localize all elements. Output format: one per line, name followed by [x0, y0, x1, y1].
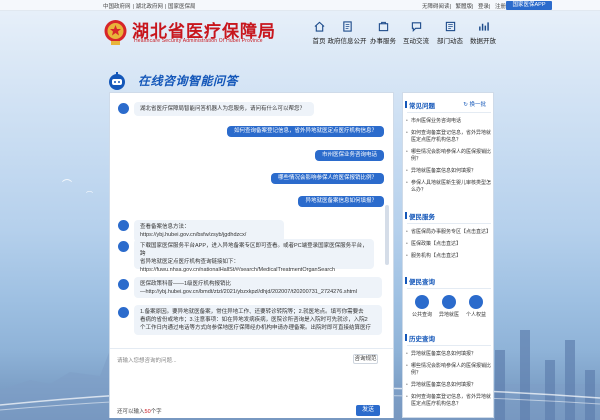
public-query-button[interactable]: 公共查询 [412, 295, 432, 318]
service-link[interactable]: 服务机构【点击直达】 [406, 253, 491, 260]
national-emblem-icon [104, 20, 127, 45]
medical-org-link[interactable]: https://fuwu.nhsa.gov.cn/nationalHallSt/… [140, 266, 368, 274]
convenience-query-title: 便民查询 [405, 276, 435, 286]
user-message[interactable]: 哪些情况会影响参保人的医保报销比例？ [270, 173, 384, 184]
top-bar: 中国政府网 | 湖北政府网 | 国家医保局 无障碍阅读| 繁體版| 登录| 注册 国… [0, 0, 600, 11]
robot-avatar-icon [118, 220, 129, 231]
robot-avatar-icon [118, 241, 129, 252]
nav-open-data[interactable]: 数据开放 [462, 18, 504, 52]
history-item[interactable]: 异地就医备案信息如何填报？ [406, 351, 491, 358]
bot-message: 医保政策科普——1级医疗机构报销比 —http://ybj.hubei.gov.… [134, 277, 382, 298]
char-count: 还可以输入50个字 [117, 409, 162, 415]
link-nhsa[interactable]: 国家医保局 [168, 4, 196, 10]
site-subtitle: Healthcare Security Administration Of Hu… [134, 38, 263, 44]
personal-rights-button[interactable]: 个人权益 [466, 295, 486, 318]
question-input[interactable]: 请输入您想咨询的问题... [117, 356, 177, 364]
link-china-gov[interactable]: 中国政府网 [103, 4, 131, 10]
send-button[interactable]: 发送 [356, 405, 380, 416]
bird-decoration: ⌒ [86, 192, 93, 199]
user-icon [469, 295, 483, 309]
bot-message: 下载国家医保服务平台APP，进入异地备案专区即可查看。或者PC端登录国家医保服务… [134, 239, 374, 273]
robot-avatar-icon [118, 103, 129, 114]
search-icon [415, 295, 429, 309]
app-button[interactable]: 国家医保APP [506, 1, 552, 10]
convenience-service-title: 便民服务 [405, 211, 435, 221]
divider [407, 288, 491, 289]
divider [407, 112, 491, 113]
link-register[interactable]: 注册 [495, 4, 506, 10]
history-query-title: 历史查询 [405, 333, 435, 343]
service-icon [378, 21, 388, 32]
input-area: 请输入您想咨询的问题... 咨询规范 还可以输入50个字 发送 [110, 348, 393, 418]
service-link[interactable]: 省医保局办事服务专区【点击直达】 [406, 229, 491, 236]
robot-logo-icon [109, 72, 125, 90]
bot-message: 1.备案原因。要异地就医备案，常住异地工作、还要转诊转院等；2.就医地点。填写你… [134, 305, 382, 335]
side-panel: 常见问题 ↻ 换一批 市州医保业务咨询电话 如何查询备案登记信息，省外异地就医定… [402, 92, 494, 418]
common-question-item[interactable]: 如何查询备案登记信息，省外异地就医定点医疗机构信息？ [406, 130, 491, 144]
link-accessibility[interactable]: 无障碍阅读 [422, 4, 450, 10]
chat-scrollbar[interactable] [385, 205, 389, 265]
divider [407, 345, 491, 346]
chat-panel: 湖北省医疗保障局智能问答机器人为您服务，请问有什么可以帮您？ 如何查询备案登记信… [109, 92, 394, 418]
history-item[interactable]: 异地就医备案信息如何填报？ [406, 382, 491, 389]
service-link[interactable]: 医保政策【点击直达】 [406, 241, 491, 248]
robot-avatar-icon [118, 279, 129, 290]
history-item[interactable]: 哪些情况会影响参保人的医保报销比例？ [406, 363, 491, 377]
user-message[interactable]: 如何查询备案登记信息，省外异地就医定点医疗机构信息？ [226, 126, 384, 137]
remote-medical-button[interactable]: 异地就医 [439, 295, 459, 318]
hospital-icon [442, 295, 456, 309]
user-message[interactable]: 市州医保业务咨询电话 [314, 150, 384, 161]
common-question-item[interactable]: 哪些情况会影响参保人的医保报销比例？ [406, 149, 491, 163]
refresh-button[interactable]: ↻ 换一批 [463, 100, 486, 108]
page-banner-title: 在线咨询智能问答 [138, 74, 239, 88]
user-message[interactable]: 异地就医备案信息如何填报？ [298, 196, 384, 207]
link-traditional[interactable]: 繁體版 [456, 4, 473, 10]
common-question-item[interactable]: 参保人具地就医新生婴儿审核类型怎么办？ [406, 180, 491, 194]
divider [407, 223, 491, 224]
data-icon [478, 22, 489, 31]
history-item[interactable]: 如何查询备案登记信息，省外异地就医定点医疗机构信息？ [406, 394, 491, 408]
bird-decoration: ⌒ [62, 180, 72, 191]
common-question-item[interactable]: 市州医保业务咨询电话 [406, 118, 491, 125]
chat-icon [411, 22, 421, 32]
common-question-item[interactable]: 异地就医备案信息如何填报？ [406, 168, 491, 175]
consult-rules-button[interactable]: 咨询规范 [353, 354, 378, 364]
policy-link[interactable]: —http://ybj.hubei.gov.cn/bmdt/ztzl/2021/… [140, 288, 376, 296]
link-hubei-gov[interactable]: 湖北政府网 [135, 4, 163, 10]
document-icon [342, 21, 352, 32]
robot-avatar-icon [118, 307, 129, 318]
bot-message: 湖北省医疗保障局智能问答机器人为您服务，请问有什么可以帮您？ [134, 102, 314, 116]
link-login[interactable]: 登录 [478, 4, 489, 10]
news-icon [445, 21, 455, 32]
home-icon [314, 21, 324, 32]
common-questions-title: 常见问题 [405, 100, 435, 110]
